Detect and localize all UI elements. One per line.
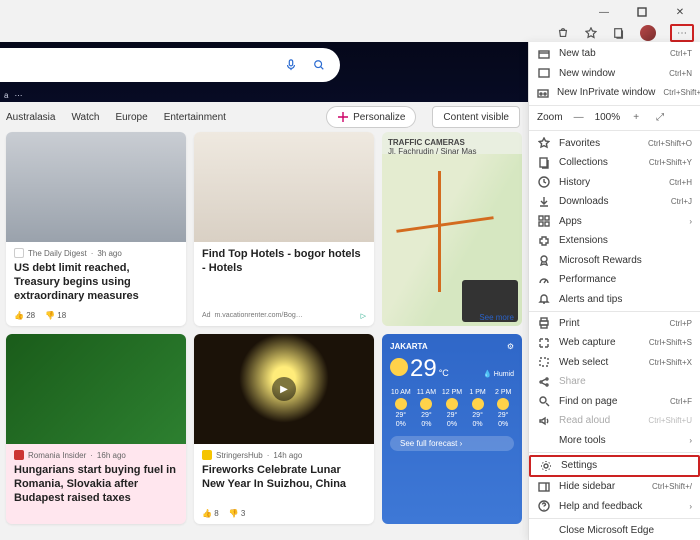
menu-extensions[interactable]: Extensions: [529, 231, 700, 251]
news-card[interactable]: Romania Insider · 16h ago Hungarians sta…: [6, 334, 186, 524]
history-icon: [537, 175, 551, 189]
card-title: Fireworks Celebrate Lunar New Year In Su…: [202, 464, 366, 492]
menu-zoom: Zoom—100%+⤢: [529, 107, 700, 128]
favorites-star-icon[interactable]: [584, 26, 598, 40]
weather-widget[interactable]: JAKARTA⚙ 29°C 💧 Humid 10 AM29°0% 11 AM29…: [382, 334, 522, 524]
gear-icon: [539, 459, 553, 473]
capture-icon: [537, 336, 551, 350]
rewards-icon: [537, 253, 551, 267]
menu-print[interactable]: PrintCtrl+P: [529, 314, 700, 334]
menu-collections[interactable]: CollectionsCtrl+Shift+Y: [529, 153, 700, 173]
menu-downloads[interactable]: DownloadsCtrl+J: [529, 192, 700, 212]
card-title: Find Top Hotels - bogor hotels - Hotels: [202, 248, 366, 276]
menu-new-window[interactable]: New windowCtrl+N: [529, 64, 700, 84]
window-icon: [537, 66, 551, 80]
nav-item[interactable]: Australasia: [6, 112, 55, 123]
extensions-icon: [537, 234, 551, 248]
nav-item[interactable]: Watch: [71, 112, 99, 123]
window-titlebar: — ✕: [0, 0, 700, 24]
menu-settings[interactable]: Settings: [529, 455, 700, 477]
menu-find[interactable]: Find on pageCtrl+F: [529, 392, 700, 412]
full-forecast-button[interactable]: See full forecast ›: [390, 436, 514, 451]
menu-hide-sidebar[interactable]: Hide sidebarCtrl+Shift+/: [529, 477, 700, 497]
menu-favorites[interactable]: FavoritesCtrl+Shift+O: [529, 133, 700, 153]
news-card[interactable]: ▶ StringersHub · 14h ago Fireworks Celeb…: [194, 334, 374, 524]
fullscreen-icon[interactable]: ⤢: [652, 112, 668, 123]
menu-apps[interactable]: Apps›: [529, 211, 700, 231]
window-close[interactable]: ✕: [666, 2, 694, 22]
select-icon: [537, 355, 551, 369]
share-icon: [537, 375, 551, 389]
card-title: Hungarians start buying fuel in Romania,…: [14, 464, 178, 505]
menu-share: Share: [529, 372, 700, 392]
bell-icon: [537, 292, 551, 306]
find-icon: [537, 394, 551, 408]
traffic-map: [382, 154, 522, 326]
see-more-link[interactable]: See more: [479, 313, 514, 322]
personalize-button[interactable]: Personalize: [326, 106, 416, 128]
play-icon[interactable]: ▶: [272, 377, 296, 401]
card-thumbnail: [194, 132, 374, 242]
print-icon: [537, 316, 551, 330]
card-thumbnail: [6, 132, 186, 242]
menu-new-tab[interactable]: New tabCtrl+T: [529, 44, 700, 64]
traffic-widget[interactable]: TRAFFIC CAMERAS Jl. Fachrudin / Sinar Ma…: [382, 132, 522, 326]
forecast-row: 10 AM29°0% 11 AM29°0% 12 PM29°0% 1 PM29°…: [390, 389, 514, 428]
apps-icon: [537, 214, 551, 228]
settings-menu: New tabCtrl+T New windowCtrl+N New InPri…: [528, 42, 700, 540]
search-icon[interactable]: [312, 58, 326, 72]
zoom-in-button[interactable]: +: [628, 112, 644, 123]
nav-item[interactable]: Entertainment: [164, 112, 226, 123]
star-icon: [537, 136, 551, 150]
browser-toolbar: ⋯: [0, 24, 700, 42]
window-maximize[interactable]: [628, 2, 656, 22]
profile-avatar[interactable]: [640, 25, 656, 41]
voice-search-icon[interactable]: [284, 58, 298, 72]
menu-web-capture[interactable]: Web captureCtrl+Shift+S: [529, 333, 700, 353]
menu-web-select[interactable]: Web selectCtrl+Shift+X: [529, 353, 700, 373]
download-icon: [537, 195, 551, 209]
more-menu-button[interactable]: ⋯: [670, 24, 694, 42]
menu-rewards[interactable]: Microsoft Rewards: [529, 250, 700, 270]
shopping-icon[interactable]: [556, 26, 570, 40]
zoom-out-button[interactable]: —: [571, 112, 587, 123]
card-thumbnail: ▶: [194, 334, 374, 444]
menu-history[interactable]: HistoryCtrl+H: [529, 172, 700, 192]
card-title: US debt limit reached, Treasury begins u…: [14, 262, 178, 303]
sidebar-icon: [537, 480, 551, 494]
window-minimize[interactable]: —: [590, 2, 618, 22]
menu-help[interactable]: Help and feedback›: [529, 496, 700, 516]
menu-alerts[interactable]: Alerts and tips: [529, 289, 700, 309]
menu-inprivate[interactable]: New InPrivate windowCtrl+Shift+N: [529, 83, 700, 103]
menu-read-aloud: Read aloudCtrl+Shift+U: [529, 411, 700, 431]
menu-close-edge[interactable]: Close Microsoft Edge: [529, 521, 700, 540]
performance-icon: [537, 273, 551, 287]
nav-item[interactable]: Europe: [115, 112, 147, 123]
news-card[interactable]: The Daily Digest · 3h ago US debt limit …: [6, 132, 186, 326]
content-visible-dropdown[interactable]: Content visible: [432, 106, 520, 128]
inprivate-icon: [537, 86, 549, 100]
ad-card[interactable]: Find Top Hotels - bogor hotels - Hotels …: [194, 132, 374, 326]
tab-icon: [537, 47, 551, 61]
hero-subnav: a⋯: [4, 91, 22, 100]
read-aloud-icon: [537, 414, 551, 428]
collections-icon[interactable]: [612, 26, 626, 40]
menu-more-tools[interactable]: More tools›: [529, 431, 700, 451]
help-icon: [537, 499, 551, 513]
collections-icon: [537, 156, 551, 170]
search-bar[interactable]: [0, 48, 340, 82]
card-thumbnail: [6, 334, 186, 444]
ad-choices-icon[interactable]: ▷: [361, 312, 366, 320]
menu-performance[interactable]: Performance: [529, 270, 700, 290]
gear-icon[interactable]: ⚙: [507, 342, 514, 351]
